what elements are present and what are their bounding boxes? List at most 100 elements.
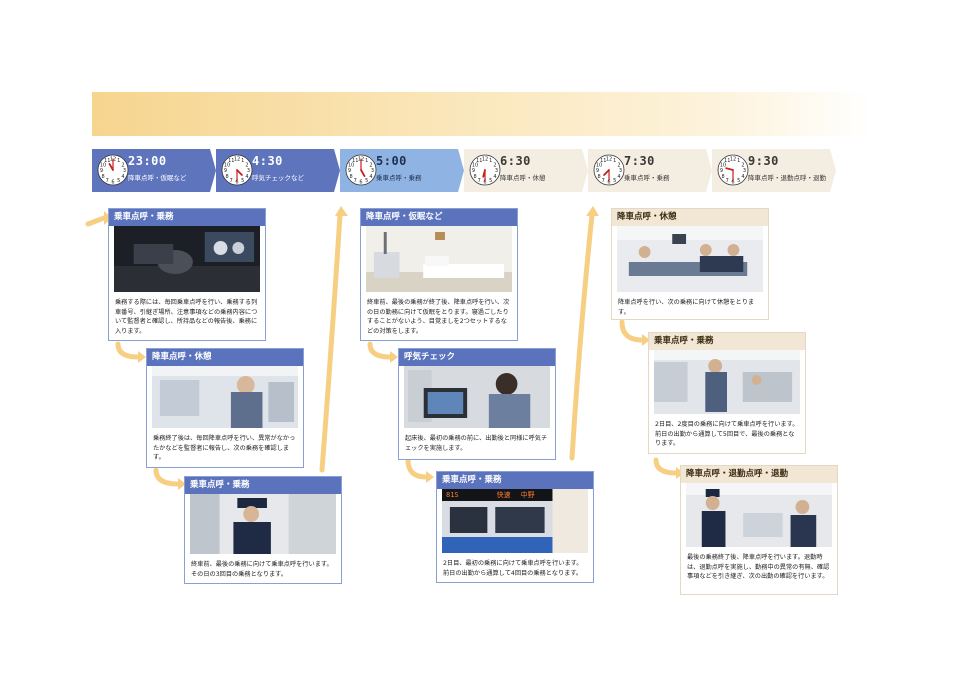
timeline-step-0630: 1 2 3 4 5 6 7 8 9 10 11 12 6:30 降車点呼・休憩 — [464, 149, 588, 192]
photo-train-front: 81S 快速 中野 — [442, 489, 588, 553]
clock-numeral: 7 — [230, 178, 233, 184]
card-boarding-roll-call-3: 乗車点呼・乗務 81S 快速 中野 2日目、最初の乗務に向けて乗車点呼を行います… — [436, 471, 594, 583]
timeline-time: 23:00 — [128, 154, 167, 168]
card-title: 降車点呼・休憩 — [147, 349, 303, 366]
clock-numeral: 8 — [225, 174, 228, 180]
clock-numeral: 12 — [482, 157, 488, 163]
clock-numeral: 8 — [349, 174, 352, 180]
card-text: 乗務終了後は、毎回降車点呼を行い、異常がなかったかなどを監督者に報告し、次の乗務… — [153, 435, 296, 462]
clock-icon: 123456789101112 — [469, 154, 501, 186]
clock-numeral: 1 — [241, 158, 244, 164]
timeline-time: 4:30 — [252, 154, 283, 168]
clock-numeral: 4 — [741, 174, 744, 180]
clock-numeral: 9 — [720, 168, 723, 174]
arrow-line — [85, 215, 107, 227]
card-nap: 降車点呼・仮眠など 終車前、最後の乗務が終了後、降車点呼を行い、次の日の勤務に向… — [360, 208, 518, 341]
card-boarding-roll-call-2: 乗車点呼・乗務 終車前、最後の乗務に向けて乗車点呼を行います。その日の3回目の乗… — [184, 476, 342, 584]
clock-numeral: 8 — [721, 174, 724, 180]
schedule-timeline: 123456789101112 23:00 降車点呼・仮眠など 12345678… — [92, 149, 852, 192]
photo-crew-office — [152, 366, 298, 428]
train-number: 81S — [446, 491, 459, 499]
arrow-line — [619, 319, 645, 343]
clock-numeral: 5 — [489, 178, 492, 184]
clock-numeral: 12 — [234, 157, 240, 163]
clock-icon: 123456789101112 — [97, 154, 129, 186]
timeline-time: 6:30 — [500, 154, 531, 168]
clock-numeral: 5 — [613, 178, 616, 184]
header-banner — [92, 92, 872, 136]
clock-numeral: 9 — [348, 168, 351, 174]
clock-numeral: 5 — [117, 178, 120, 184]
photo-breath-test — [404, 366, 550, 428]
clock-numeral: 1 — [613, 158, 616, 164]
card-breath-check: 呼気チェック 起床後、最初の乗務の前に、出勤後と同様に呼気チェックを実施します。 — [398, 348, 556, 460]
clock-numeral: 4 — [369, 174, 372, 180]
train-destination: 中野 — [520, 491, 535, 499]
clock-icon: 123456789101112 — [593, 154, 625, 186]
photo-crew-checkin — [654, 350, 800, 414]
card-title: 呼気チェック — [399, 349, 555, 366]
clock-numeral: 1 — [117, 158, 120, 164]
timeline-label: 乗車点呼・乗務 — [376, 174, 422, 182]
clock-numeral: 7 — [478, 178, 481, 184]
clock-numeral: 7 — [354, 178, 357, 184]
clock-icon: 123456789101112 — [345, 154, 377, 186]
clock-numeral: 4 — [617, 174, 620, 180]
clock-numeral: 9 — [472, 168, 475, 174]
arrow-head — [335, 206, 348, 216]
clock-numeral: 9 — [224, 168, 227, 174]
timeline-time: 9:30 — [748, 154, 779, 168]
photo-end-of-duty — [686, 483, 832, 547]
photo-driver-cab — [114, 226, 260, 292]
timeline-step-0730: 1 2 3 4 5 6 7 8 9 10 11 12 7:30 乗車点呼・乗務 — [588, 149, 712, 192]
timeline-label: 降車点呼・仮眠など — [128, 174, 187, 182]
clock-numeral: 4 — [245, 174, 248, 180]
clock-numeral: 5 — [737, 178, 740, 184]
card-text: 終車前、最後の乗務が終了後、降車点呼を行い、次の日の勤務に向けて仮眠をとります。… — [367, 299, 510, 335]
clock-numeral: 12 — [606, 157, 612, 163]
timeline-label: 降車点呼・退勤点呼・退勤 — [748, 174, 826, 182]
clock-numeral: 8 — [473, 174, 476, 180]
clock-numeral: 6 — [359, 180, 362, 186]
card-text: 起床後、最初の乗務の前に、出勤後と同様に呼気チェックを実施します。 — [405, 435, 548, 452]
arrow-line — [319, 212, 343, 473]
arrow-head — [426, 471, 434, 483]
arrow-line — [653, 457, 679, 476]
card-title: 乗車点呼・乗務 — [649, 333, 805, 350]
arrow-line — [405, 457, 429, 480]
card-alighting-roll-call-2: 降車点呼・休憩 降車点呼を行い、次の乗務に向けて休憩をとります。 — [611, 208, 769, 320]
card-text: 2日目、2度目の乗務に向けて乗車点呼を行います。前日の出勤から通算して5回目で、… — [655, 421, 799, 448]
timeline-step-2300: 123456789101112 23:00 降車点呼・仮眠など — [92, 149, 216, 192]
clock-numeral: 1 — [737, 158, 740, 164]
clock-numeral: 7 — [106, 178, 109, 184]
clock-icon: 123456789101112 — [717, 154, 749, 186]
card-title: 降車点呼・仮眠など — [361, 209, 517, 226]
card-end-of-duty: 降車点呼・退勤点呼・退勤 最後の乗務終了後、降車点呼を行います。退勤時は、退勤点… — [680, 465, 838, 595]
timeline-time: 5:00 — [376, 154, 407, 168]
photo-platform-check — [190, 494, 336, 554]
clock-numeral: 8 — [597, 174, 600, 180]
clock-numeral: 1 — [365, 158, 368, 164]
timeline-label: 降車点呼・休憩 — [500, 174, 546, 182]
card-title: 乗車点呼・乗務 — [437, 472, 593, 489]
clock-numeral: 5 — [365, 178, 368, 184]
arrow-head — [138, 351, 146, 363]
card-boarding-roll-call-1: 乗車点呼・乗務 乗務する際には、毎回乗車点呼を行い、乗務する列車番号、引継ぎ場所… — [108, 208, 266, 341]
card-text: 2日目、最初の乗務に向けて乗車点呼を行います。前日の出勤から通算して4回目の乗務… — [443, 560, 583, 577]
card-text: 乗務する際には、毎回乗車点呼を行い、乗務する列車番号、引継ぎ場所、注意事項などの… — [115, 299, 258, 335]
card-text: 最後の乗務終了後、降車点呼を行います。退勤時は、退勤点呼を実施し、勤務中の異常の… — [687, 554, 830, 581]
arrow-head — [390, 351, 398, 363]
card-title: 乗車点呼・乗務 — [185, 477, 341, 494]
clock-numeral: 6 — [111, 180, 114, 186]
card-title: 降車点呼・休憩 — [612, 209, 768, 226]
card-title: 乗車点呼・乗務 — [109, 209, 265, 226]
clock-numeral: 5 — [241, 178, 244, 184]
photo-rest-room — [366, 226, 512, 292]
card-text: 終車前、最後の乗務に向けて乗車点呼を行います。その日の3回目の乗務となります。 — [191, 561, 333, 578]
card-text: 降車点呼を行い、次の乗務に向けて休憩をとります。 — [618, 299, 755, 316]
clock-numeral: 4 — [121, 174, 124, 180]
card-boarding-roll-call-4: 乗車点呼・乗務 2日目、2度目の乗務に向けて乗車点呼を行います。前日の出勤から通… — [648, 332, 806, 454]
clock-numeral: 7 — [726, 178, 729, 184]
arrow-line — [569, 212, 595, 461]
timeline-step-0500: 123456789101112 5:00 乗車点呼・乗務 — [340, 149, 464, 192]
